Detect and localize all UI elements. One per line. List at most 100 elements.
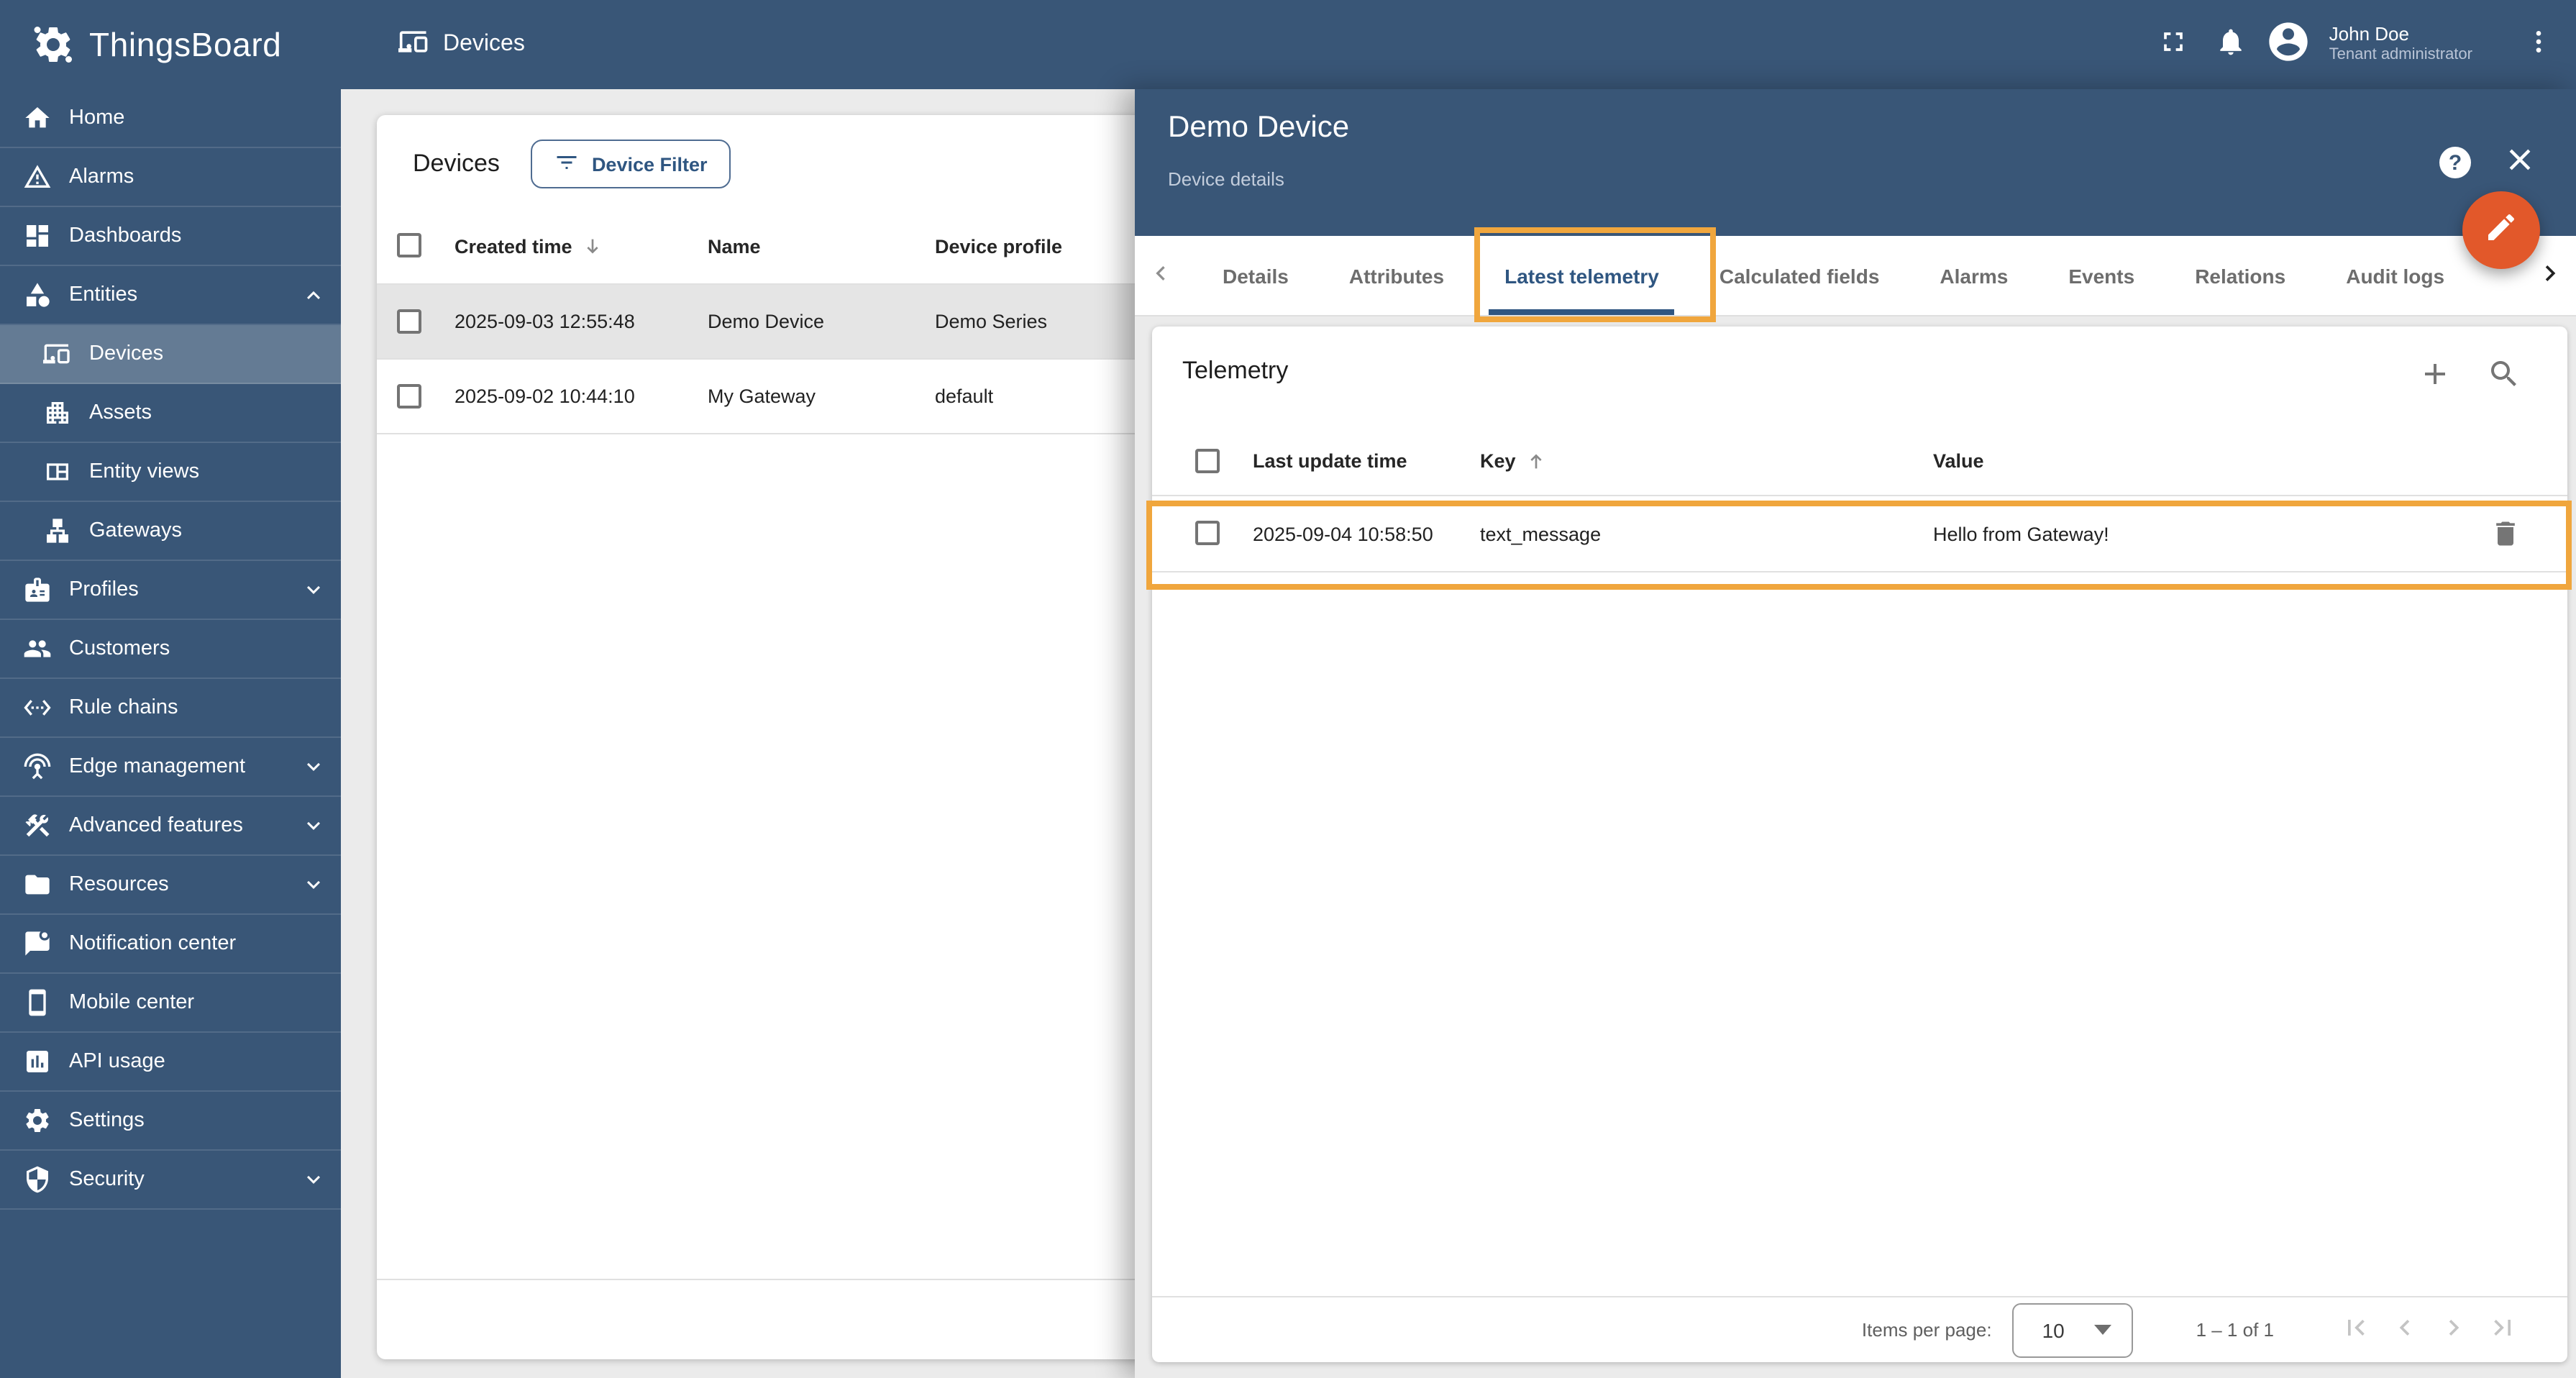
search-telemetry-button[interactable] [2487,357,2521,391]
notification-center-icon [23,929,52,958]
folder-icon [23,870,52,899]
column-header-last-update-time[interactable]: Last update time [1253,427,1407,495]
device-row-demo-device[interactable]: 2025-09-03 12:55:48 Demo Device Demo Ser… [377,285,1154,360]
tab-calculated-fields[interactable]: Calculated fields [1689,236,1910,315]
sidebar-item-edge-management[interactable]: Edge management [0,738,341,797]
fullscreen-button[interactable] [2145,16,2203,73]
page-size-select[interactable]: 10 [2011,1302,2133,1357]
profiles-icon [23,575,52,604]
devices-table-card: Devices Device Filter Created time Name [377,115,1154,1359]
devices-table-footer [377,1279,1154,1359]
user-role: Tenant administrator [2329,46,2472,64]
last-page-button[interactable] [2478,1305,2527,1354]
tab-details[interactable]: Details [1192,236,1319,315]
drawer-subtitle: Device details [1168,168,1284,190]
column-header-key[interactable]: Key [1480,427,1548,495]
sidebar-item-entity-views[interactable]: Entity views [0,443,341,502]
column-header-value[interactable]: Value [1933,427,1984,495]
dashboard-icon [23,222,52,250]
chevron-down-icon [301,813,326,839]
thingsboard-logo[interactable]: ThingsBoard [32,23,281,66]
column-header-device-profile[interactable]: Device profile [935,209,1062,283]
chevron-down-icon [301,1167,326,1192]
sidebar-item-dashboards[interactable]: Dashboards [0,207,341,266]
device-name: Demo Device [708,311,825,332]
edit-fab-button[interactable] [2462,191,2540,269]
device-filter-button[interactable]: Device Filter [531,140,731,188]
sidebar-item-rule-chains[interactable]: Rule chains [0,679,341,738]
sidebar-item-devices[interactable]: Devices [0,325,341,384]
tabs-scroll-right-button[interactable] [2530,236,2570,316]
user-info[interactable]: John Doe Tenant administrator [2329,23,2472,66]
entity-views-icon [43,457,72,486]
chevron-down-icon [301,577,326,603]
help-button[interactable]: ? [2439,147,2471,178]
device-created-time: 2025-09-03 12:55:48 [455,311,635,332]
sidebar-item-profiles[interactable]: Profiles [0,561,341,620]
sidebar: Home Alarms Dashboards Entities Devices … [0,89,341,1378]
drawer-title: Demo Device [1168,111,1350,144]
sidebar-item-advanced-features[interactable]: Advanced features [0,797,341,856]
column-header-name[interactable]: Name [708,209,761,283]
sidebar-item-entities[interactable]: Entities [0,266,341,325]
page-title: Devices [398,25,525,64]
tab-audit-logs[interactable]: Audit logs [2316,236,2475,315]
row-checkbox[interactable] [397,309,421,333]
first-page-button[interactable] [2331,1305,2380,1354]
sidebar-item-notification-center[interactable]: Notification center [0,915,341,974]
close-button[interactable] [2503,145,2537,180]
top-bar-actions: John Doe Tenant administrator [2145,0,2576,89]
telemetry-row-text-message[interactable]: 2025-09-04 10:58:50 text_message Hello f… [1152,496,2567,572]
next-page-button[interactable] [2429,1305,2478,1354]
paginator-controls [2331,1305,2527,1354]
select-all-checkbox[interactable] [1195,448,1220,473]
chevron-up-icon [301,282,326,308]
sidebar-item-home[interactable]: Home [0,89,341,148]
user-menu-button[interactable] [2260,16,2318,73]
devices-card-title: Devices [413,150,500,177]
tab-relations[interactable]: Relations [2165,236,2316,315]
tab-events[interactable]: Events [2038,236,2165,315]
select-all-checkbox[interactable] [397,233,421,257]
device-profile: default [935,385,994,407]
warning-icon [23,163,52,191]
telemetry-title: Telemetry [1182,357,1289,384]
devices-icon [43,339,72,368]
notifications-button[interactable] [2203,16,2260,73]
edge-management-icon [23,752,52,781]
tabs-scroll-left-button[interactable] [1141,236,1181,316]
shield-icon [23,1165,52,1194]
help-icon: ? [2448,150,2462,175]
more-menu-button[interactable] [2510,16,2567,73]
sidebar-item-resources[interactable]: Resources [0,856,341,915]
chevron-left-icon [2389,1312,2421,1348]
sidebar-item-settings[interactable]: Settings [0,1092,341,1151]
sidebar-item-gateways[interactable]: Gateways [0,502,341,561]
sidebar-item-security[interactable]: Security [0,1151,341,1210]
prev-page-button[interactable] [2380,1305,2429,1354]
sidebar-item-mobile-center[interactable]: Mobile center [0,974,341,1033]
sidebar-item-customers[interactable]: Customers [0,620,341,679]
filter-icon [554,149,580,179]
delete-telemetry-button[interactable] [2490,518,2521,549]
advanced-features-icon [23,811,52,840]
row-checkbox[interactable] [397,383,421,408]
device-created-time: 2025-09-02 10:44:10 [455,385,635,407]
devices-page-icon [398,25,430,64]
device-row-my-gateway[interactable]: 2025-09-02 10:44:10 My Gateway default [377,360,1154,434]
brand-text: ThingsBoard [89,25,282,63]
sidebar-item-assets[interactable]: Assets [0,384,341,443]
sidebar-item-api-usage[interactable]: API usage [0,1033,341,1092]
telemetry-last-update-time: 2025-09-04 10:58:50 [1253,523,1433,544]
chevron-right-icon [2534,257,2566,296]
add-telemetry-button[interactable] [2418,357,2452,391]
column-header-created-time[interactable]: Created time [455,209,604,283]
gear-icon [23,1106,52,1135]
sidebar-item-alarms[interactable]: Alarms [0,148,341,207]
top-bar: ThingsBoard Devices John Doe Tenant admi… [0,0,2576,89]
tab-attributes[interactable]: Attributes [1319,236,1474,315]
telemetry-paginator: Items per page: 10 1 – 1 of 1 [1152,1296,2567,1362]
tab-latest-telemetry[interactable]: Latest telemetry [1474,236,1689,315]
tab-alarms[interactable]: Alarms [1909,236,2038,315]
row-checkbox[interactable] [1195,521,1220,545]
